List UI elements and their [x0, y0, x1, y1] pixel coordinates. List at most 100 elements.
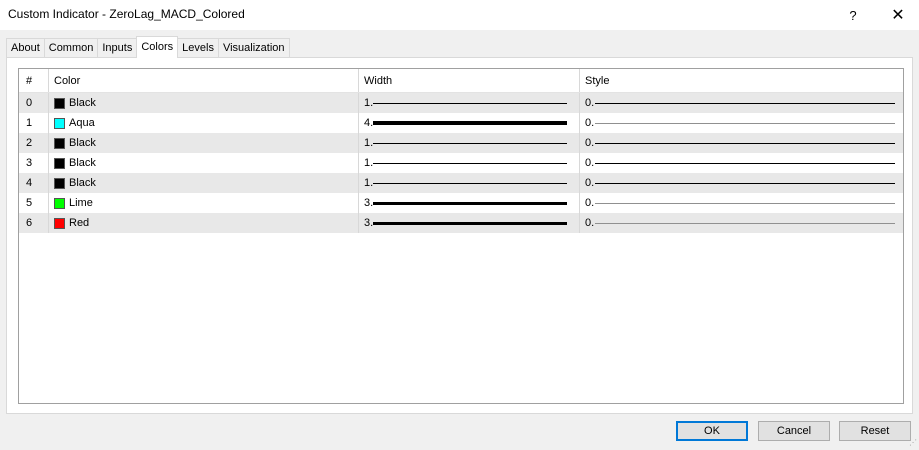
row-index: 1 [19, 113, 49, 133]
color-swatch [54, 117, 65, 129]
close-icon: ✕ [891, 7, 905, 24]
color-name: Red [69, 217, 90, 229]
color-picker[interactable]: Aqua [49, 113, 359, 133]
width-value: 3. [364, 217, 374, 229]
style-value: 0. [585, 177, 595, 189]
row-index: 0 [19, 93, 49, 113]
color-name: Black [69, 177, 96, 189]
color-swatch [54, 197, 65, 209]
color-picker[interactable]: Black [49, 133, 359, 153]
color-name: Lime [69, 197, 93, 209]
cancel-button[interactable]: Cancel [758, 421, 830, 441]
column-header-index[interactable]: # [19, 69, 49, 92]
width-value: 1. [364, 177, 374, 189]
window-title: Custom Indicator - ZeroLag_MACD_Colored [8, 7, 245, 21]
table-row[interactable]: 0 Black 1. 0. [19, 93, 903, 113]
title-bar: Custom Indicator - ZeroLag_MACD_Colored … [0, 0, 919, 30]
table-row[interactable]: 2 Black 1. 0. [19, 133, 903, 153]
style-dropdown[interactable]: 0. [580, 173, 903, 193]
row-index: 2 [19, 133, 49, 153]
width-dropdown[interactable]: 4. [359, 113, 580, 133]
style-value: 0. [585, 197, 595, 209]
table-row[interactable]: 6 Red 3. 0. [19, 213, 903, 233]
color-picker[interactable]: Black [49, 173, 359, 193]
color-swatch [54, 177, 65, 189]
style-dropdown[interactable]: 0. [580, 153, 903, 173]
width-dropdown[interactable]: 1. [359, 173, 580, 193]
style-dropdown[interactable]: 0. [580, 133, 903, 153]
column-header-color[interactable]: Color [49, 69, 359, 92]
style-value: 0. [585, 97, 595, 109]
row-index: 4 [19, 173, 49, 193]
tab-colors[interactable]: Colors [136, 36, 179, 58]
row-index: 3 [19, 153, 49, 173]
style-preview-line [595, 193, 895, 213]
color-name: Black [69, 97, 96, 109]
resize-grip-icon[interactable]: ⋰ [907, 438, 917, 448]
style-dropdown[interactable]: 0. [580, 93, 903, 113]
help-icon: ? [849, 7, 857, 23]
width-value: 4. [364, 117, 374, 129]
column-header-width[interactable]: Width [359, 69, 580, 92]
width-value: 3. [364, 197, 374, 209]
style-value: 0. [585, 137, 595, 149]
color-swatch [54, 157, 65, 169]
style-value: 0. [585, 217, 595, 229]
width-dropdown[interactable]: 1. [359, 133, 580, 153]
style-dropdown[interactable]: 0. [580, 213, 903, 233]
width-preview-line [373, 93, 567, 113]
width-dropdown[interactable]: 3. [359, 213, 580, 233]
width-dropdown[interactable]: 1. [359, 93, 580, 113]
color-picker[interactable]: Red [49, 213, 359, 233]
table-row[interactable]: 3 Black 1. 0. [19, 153, 903, 173]
row-index: 5 [19, 193, 49, 213]
width-value: 1. [364, 157, 374, 169]
table-row[interactable]: 1 Aqua 4. 0. [19, 113, 903, 133]
tab-about[interactable]: About [6, 38, 45, 58]
reset-button[interactable]: Reset [839, 421, 911, 441]
color-name: Aqua [69, 117, 95, 129]
style-value: 0. [585, 117, 595, 129]
width-dropdown[interactable]: 1. [359, 153, 580, 173]
width-preview-line [373, 193, 567, 213]
column-header-style[interactable]: Style [580, 69, 903, 92]
width-preview-line [373, 113, 567, 133]
color-picker[interactable]: Black [49, 93, 359, 113]
style-preview-line [595, 173, 895, 193]
color-picker[interactable]: Lime [49, 193, 359, 213]
style-preview-line [595, 153, 895, 173]
help-button[interactable]: ? [833, 0, 873, 30]
color-swatch [54, 217, 65, 229]
color-swatch [54, 137, 65, 149]
colors-grid: # Color Width Style 0 Black 1. 0. 1 Aqua 4. 0. 2… [18, 68, 904, 404]
style-preview-line [595, 93, 895, 113]
color-name: Black [69, 137, 96, 149]
ok-button[interactable]: OK [676, 421, 748, 441]
width-preview-line [373, 213, 567, 233]
style-preview-line [595, 213, 895, 233]
width-dropdown[interactable]: 3. [359, 193, 580, 213]
width-preview-line [373, 173, 567, 193]
colors-panel: # Color Width Style 0 Black 1. 0. 1 Aqua 4. 0. 2… [6, 57, 913, 414]
style-dropdown[interactable]: 0. [580, 193, 903, 213]
width-value: 1. [364, 137, 374, 149]
color-swatch [54, 97, 65, 109]
color-picker[interactable]: Black [49, 153, 359, 173]
tab-visualization[interactable]: Visualization [217, 38, 290, 58]
style-value: 0. [585, 157, 595, 169]
row-index: 6 [19, 213, 49, 233]
table-row[interactable]: 5 Lime 3. 0. [19, 193, 903, 213]
color-name: Black [69, 157, 96, 169]
tab-common[interactable]: Common [43, 38, 99, 58]
tab-inputs[interactable]: Inputs [97, 38, 138, 58]
style-preview-line [595, 113, 895, 133]
tab-levels[interactable]: Levels [177, 38, 219, 58]
style-dropdown[interactable]: 0. [580, 113, 903, 133]
width-preview-line [373, 153, 567, 173]
close-button[interactable]: ✕ [878, 0, 918, 30]
width-value: 1. [364, 97, 374, 109]
grid-header: # Color Width Style [19, 69, 903, 93]
style-preview-line [595, 133, 895, 153]
width-preview-line [373, 133, 567, 153]
table-row[interactable]: 4 Black 1. 0. [19, 173, 903, 193]
